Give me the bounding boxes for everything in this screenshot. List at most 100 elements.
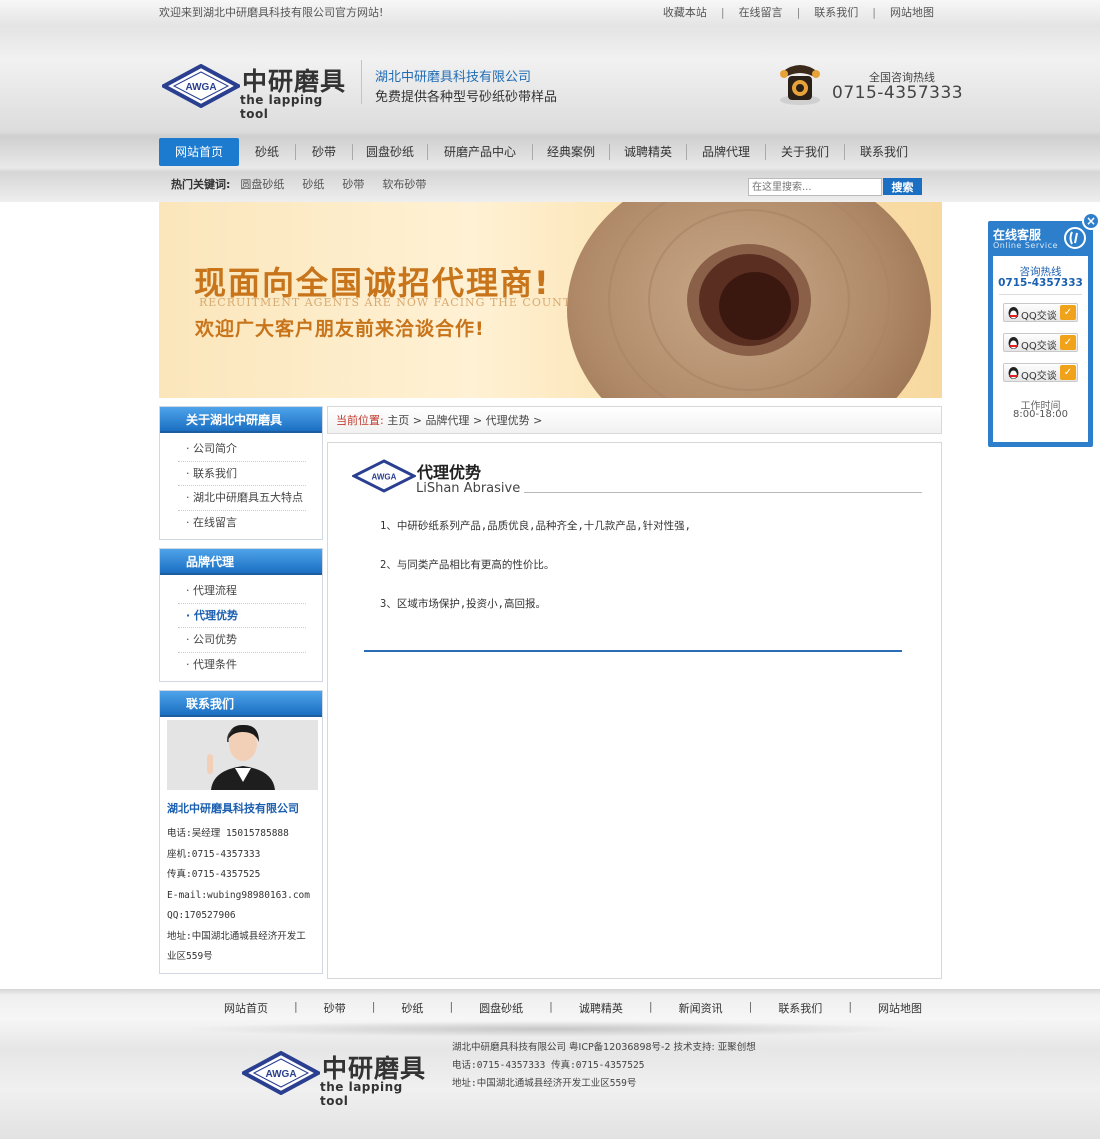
qq-chat-button[interactable]: QQ交谈 ✓ <box>1003 363 1078 382</box>
article-body: 1、中研砂纸系列产品,品质优良,品种齐全,十几款产品,针对性强, 2、与同类产品… <box>380 515 920 632</box>
customer-service-photo <box>167 720 318 790</box>
sidebar-item[interactable]: · 联系我们 <box>178 462 306 486</box>
contact-email: E-mail:wubing98980163.com <box>167 889 310 901</box>
footer-link[interactable]: 网站首页 <box>224 1000 268 1016</box>
hot-keywords-bar: 热门关键词: 圆盘砂纸 砂纸 砂带 软布砂带 <box>171 174 444 196</box>
contact-qq: QQ:170527906 <box>167 910 236 921</box>
qq-penguin-icon <box>1008 307 1019 319</box>
nav-careers[interactable]: 诚聘精英 <box>610 138 686 166</box>
sidebar-item[interactable]: · 代理流程 <box>178 579 306 604</box>
banner-english: RECRUITMENT AGENTS ARE NOW FACING THE CO… <box>199 296 589 309</box>
hot-keywords-label: 热门关键词: <box>171 178 231 191</box>
hot-keyword[interactable]: 软布砂带 <box>382 174 426 196</box>
qq-check-icon: ✓ <box>1060 365 1076 380</box>
footer-link[interactable]: 网站地图 <box>878 1000 922 1016</box>
online-message-link[interactable]: 在线留言 <box>739 0 783 26</box>
separator: | <box>549 1000 553 1013</box>
bookmark-link[interactable]: 收藏本站 <box>663 0 707 26</box>
contact-phone: 电话:吴经理 15015785888 <box>167 828 289 839</box>
online-service-panel: 在线客服 Online Service 咨询热线 0715-4357333 QQ… <box>988 221 1093 447</box>
search-bar: 搜索 <box>748 178 923 196</box>
sidebar-brand: 品牌代理 · 代理流程 · 代理优势 · 公司优势 · 代理条件 <box>159 548 323 682</box>
separator: | <box>848 1000 853 1013</box>
top-links: 收藏本站 | 在线留言 | 联系我们 | 网站地图 <box>663 0 934 26</box>
contact-fax: 传真:0715-4357525 <box>167 869 261 880</box>
breadcrumb-current[interactable]: 代理优势 <box>486 414 530 427</box>
sidebar-item[interactable]: · 代理条件 <box>178 653 306 678</box>
qq-penguin-icon <box>1008 367 1019 379</box>
breadcrumb-brand[interactable]: 品牌代理 <box>425 414 469 427</box>
sidebar-item[interactable]: · 公司简介 <box>178 437 306 462</box>
logo-text-en: the lapping tool <box>240 93 323 121</box>
headset-icon <box>1064 227 1086 249</box>
nav-products[interactable]: 研磨产品中心 <box>428 138 532 166</box>
search-button[interactable]: 搜索 <box>883 178 922 195</box>
footer-link[interactable]: 新闻资讯 <box>679 1000 723 1016</box>
company-name: 湖北中研磨具科技有限公司 <box>375 70 532 85</box>
qq-check-icon: ✓ <box>1060 335 1076 350</box>
footer-link[interactable]: 联系我们 <box>778 1000 822 1016</box>
separator: | <box>872 6 876 19</box>
nav-home[interactable]: 网站首页 <box>159 138 239 166</box>
footer-nav: 网站首页 | 砂带 | 砂纸 | 圆盘砂纸 | 诚聘精英 | 新闻资讯 | 联系… <box>224 1000 922 1016</box>
article-paragraph: 3、区域市场保护,投资小,高回报。 <box>380 598 546 610</box>
contact-address-cont: 业区559号 <box>167 951 213 962</box>
hotline-number: 0715-4357333 <box>832 83 964 103</box>
sidebar-item[interactable]: · 公司优势 <box>178 628 306 653</box>
nav-brand-agency[interactable]: 品牌代理 <box>687 138 765 166</box>
close-icon[interactable]: × <box>1082 212 1100 230</box>
service-divider <box>999 294 1082 295</box>
nav-contact[interactable]: 联系我们 <box>845 138 923 166</box>
hot-keyword[interactable]: 圆盘砂纸 <box>240 174 284 196</box>
service-hotline: 0715-4357333 <box>998 277 1083 289</box>
breadcrumb-chevron-icon: > <box>533 414 543 427</box>
qq-chat-button[interactable]: QQ交谈 ✓ <box>1003 333 1078 352</box>
welcome-text: 欢迎来到湖北中研磨具科技有限公司官方网站! <box>159 6 384 19</box>
footer-logo[interactable]: AWGA 中研磨具 the lapping tool <box>242 1047 432 1108</box>
hot-keyword[interactable]: 砂带 <box>342 174 364 196</box>
top-bar: 欢迎来到湖北中研磨具科技有限公司官方网站! 收藏本站 | 在线留言 | 联系我们… <box>159 0 942 26</box>
nav-sanding-belt[interactable]: 砂带 <box>296 138 352 166</box>
contact-company: 湖北中研磨具科技有限公司 <box>167 802 299 815</box>
contact-us-link[interactable]: 联系我们 <box>814 0 858 26</box>
nav-disc-sandpaper[interactable]: 圆盘砂纸 <box>353 138 427 166</box>
footer-link[interactable]: 砂带 <box>324 1000 346 1016</box>
search-input[interactable] <box>748 178 882 196</box>
separator: | <box>294 1000 298 1013</box>
sitemap-link[interactable]: 网站地图 <box>890 0 934 26</box>
main-nav: 网站首页 砂纸 砂带 圆盘砂纸 研磨产品中心 经典案例 诚聘精英 品牌代理 关于… <box>159 138 942 166</box>
awga-diamond-icon: AWGA <box>162 64 240 108</box>
sidebar-contact: 联系我们 湖北中研磨具科技有限公司 电话:吴经理 15015785888 座机:… <box>159 690 323 974</box>
service-title-en: Online Service <box>993 241 1058 250</box>
separator: | <box>796 6 801 19</box>
qq-chat-button[interactable]: QQ交谈 ✓ <box>1003 303 1078 322</box>
separator: | <box>720 6 725 19</box>
service-time: 8:00-18:00 <box>1013 409 1068 420</box>
breadcrumb-label: 当前位置: <box>336 414 384 427</box>
footer-link[interactable]: 圆盘砂纸 <box>479 1000 523 1016</box>
svg-text:AWGA: AWGA <box>372 473 397 482</box>
nav-about[interactable]: 关于我们 <box>766 138 844 166</box>
nav-cases[interactable]: 经典案例 <box>533 138 609 166</box>
site-logo[interactable]: AWGA 中研磨具 the lapping tool <box>162 60 352 121</box>
title-rule <box>524 492 922 493</box>
qq-penguin-icon <box>1008 337 1019 349</box>
footer: 网站首页 | 砂带 | 砂纸 | 圆盘砂纸 | 诚聘精英 | 新闻资讯 | 联系… <box>0 989 1100 1139</box>
banner-subtitle: 欢迎广大客户朋友前来洽谈合作! <box>195 318 485 340</box>
sidebar-item[interactable]: · 湖北中研磨具五大特点 <box>178 486 306 511</box>
article-paragraph: 2、与同类产品相比有更高的性价比。 <box>380 559 555 571</box>
separator: | <box>449 1000 454 1013</box>
hero-banner[interactable]: 现面向全国诚招代理商! RECRUITMENT AGENTS ARE NOW F… <box>159 202 942 398</box>
sidebar-contact-title: 联系我们 <box>160 691 322 717</box>
sidebar-item[interactable]: · 在线留言 <box>178 511 306 536</box>
separator: | <box>748 1000 753 1013</box>
footer-link[interactable]: 砂纸 <box>401 1000 423 1016</box>
hot-keyword[interactable]: 砂纸 <box>302 174 324 196</box>
contact-landline: 座机:0715-4357333 <box>167 848 261 860</box>
footer-link[interactable]: 诚聘精英 <box>579 1000 623 1016</box>
nav-sandpaper[interactable]: 砂纸 <box>239 138 295 166</box>
header-divider <box>361 60 362 104</box>
breadcrumb-home[interactable]: 主页 <box>387 414 409 427</box>
article-title: 代理优势 <box>417 463 482 482</box>
sidebar-item-active[interactable]: · 代理优势 <box>178 604 306 628</box>
